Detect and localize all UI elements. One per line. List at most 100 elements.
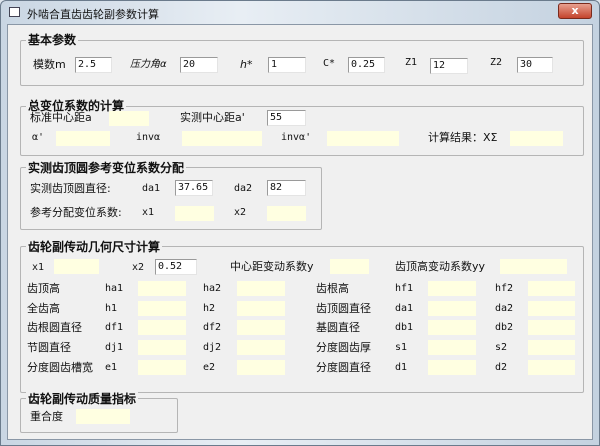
- geom-sub-label: h2: [203, 303, 216, 314]
- x2-output: [267, 206, 306, 221]
- geom-output: [237, 340, 285, 355]
- geometry-title: 齿轮副传动几何尺寸计算: [26, 240, 163, 254]
- geom-output: [428, 340, 476, 355]
- geom-output: [138, 281, 186, 296]
- inv-alpha-prime-output: [327, 131, 399, 146]
- overlap-ratio-output: [76, 409, 130, 424]
- geom-output: [528, 360, 575, 375]
- x2-label: x2: [234, 207, 247, 218]
- geom-sub-label: ha2: [203, 283, 222, 294]
- measured-center-distance-label: 实测中心距a': [180, 111, 245, 124]
- geom-x1-label: x1: [32, 262, 45, 273]
- working-angle-output: [56, 131, 110, 146]
- close-button[interactable]: x: [558, 3, 592, 19]
- geom-output: [138, 301, 186, 316]
- total-shift-result-label: 计算结果：XΣ: [428, 131, 498, 144]
- inv-alpha-label: invα: [136, 132, 161, 143]
- window-title: 外啮合直齿齿轮副参数计算: [27, 8, 159, 21]
- ref-shift-label: 参考分配变位系数:: [30, 206, 122, 219]
- geom-output: [528, 281, 575, 296]
- geom-row-label: 全齿高: [27, 302, 60, 315]
- geom-sub-label: h1: [105, 303, 118, 314]
- da1-input[interactable]: 37.65: [175, 180, 213, 196]
- module-input[interactable]: 2.5: [75, 57, 112, 73]
- geom-output: [138, 340, 186, 355]
- pressure-angle-label: 压力角α: [130, 59, 167, 70]
- geom-output: [528, 340, 575, 355]
- tip-diameter-label: 实测齿顶圆直径:: [30, 182, 111, 195]
- geom-sub-label: d2: [495, 362, 508, 373]
- clearance-coef-input[interactable]: 0.25: [348, 57, 385, 73]
- z1-label: Z1: [405, 57, 418, 68]
- addendum-coef-input[interactable]: 1: [268, 57, 306, 73]
- geom-sub-label: dj2: [203, 342, 222, 353]
- std-center-distance-output: [109, 111, 149, 126]
- inv-alpha-prime-label: invα': [281, 132, 312, 143]
- geom-sub-label: ha1: [105, 283, 124, 294]
- addendum-coef-label: h*: [240, 58, 253, 71]
- da2-label: da2: [234, 183, 253, 194]
- total-shift-result-output: [510, 131, 563, 146]
- da1-label: da1: [142, 183, 161, 194]
- tip-shift-title: 实测齿顶圆参考变位系数分配: [26, 161, 187, 175]
- inv-alpha-output: [182, 131, 262, 146]
- geom-sub-label: da1: [395, 303, 414, 314]
- x1-label: x1: [142, 207, 155, 218]
- clearance-coef-label: C*: [323, 58, 336, 69]
- module-label: 模数m: [33, 58, 66, 71]
- center-shift-coef-label: 中心距变动系数y: [230, 260, 314, 273]
- geom-row-label: 齿顶圆直径: [316, 302, 371, 315]
- geom-output: [237, 360, 285, 375]
- quality-title: 齿轮副传动质量指标: [26, 392, 139, 406]
- geom-sub-label: s2: [495, 342, 508, 353]
- geom-output: [237, 281, 285, 296]
- geom-output: [428, 360, 476, 375]
- geom-output: [237, 301, 285, 316]
- geom-row-label: 齿根圆直径: [27, 321, 82, 334]
- geom-row-label: 分度圆直径: [316, 361, 371, 374]
- geom-output: [237, 320, 285, 335]
- geom-row-label: 分度圆齿厚: [316, 341, 371, 354]
- geom-output: [428, 281, 476, 296]
- geom-sub-label: e2: [203, 362, 216, 373]
- working-angle-label: α': [32, 132, 45, 143]
- geom-output: [138, 360, 186, 375]
- geom-row-label: 齿顶高: [27, 282, 60, 295]
- center-shift-coef-output: [330, 259, 369, 274]
- tip-reduction-coef-output: [500, 259, 567, 274]
- tip-reduction-coef-label: 齿顶高变动系数yy: [395, 260, 486, 273]
- std-center-distance-label: 标准中心距a: [30, 111, 92, 124]
- z2-label: Z2: [490, 57, 503, 68]
- geom-output: [428, 320, 476, 335]
- geom-row-label: 基圆直径: [316, 321, 360, 334]
- app-icon: [9, 7, 20, 17]
- geom-output: [528, 320, 575, 335]
- geom-sub-label: db2: [495, 322, 514, 333]
- geom-row-label: 分度圆齿槽宽: [27, 361, 93, 374]
- geom-row-label: 齿根高: [316, 282, 349, 295]
- geom-sub-label: d1: [395, 362, 408, 373]
- z1-input[interactable]: 12: [430, 58, 468, 74]
- geom-sub-label: df2: [203, 322, 222, 333]
- geom-sub-label: da2: [495, 303, 514, 314]
- geom-x1-output: [54, 259, 99, 274]
- z2-input[interactable]: 30: [517, 57, 553, 73]
- measured-center-distance-input[interactable]: 55: [267, 110, 306, 126]
- geom-sub-label: s1: [395, 342, 408, 353]
- geom-sub-label: db1: [395, 322, 414, 333]
- geom-sub-label: dj1: [105, 342, 124, 353]
- geom-output: [138, 320, 186, 335]
- x1-output: [175, 206, 214, 221]
- geom-x2-label: x2: [132, 262, 145, 273]
- geom-output: [528, 301, 575, 316]
- pressure-angle-input[interactable]: 20: [180, 57, 218, 73]
- da2-input[interactable]: 82: [267, 180, 306, 196]
- geom-sub-label: df1: [105, 322, 124, 333]
- geom-sub-label: hf2: [495, 283, 514, 294]
- geom-output: [428, 301, 476, 316]
- geom-row-label: 节圆直径: [27, 341, 71, 354]
- geom-x2-input[interactable]: 0.52: [155, 259, 197, 275]
- basic-params-title: 基本参数: [26, 33, 79, 47]
- overlap-ratio-label: 重合度: [30, 410, 63, 423]
- geom-sub-label: e1: [105, 362, 118, 373]
